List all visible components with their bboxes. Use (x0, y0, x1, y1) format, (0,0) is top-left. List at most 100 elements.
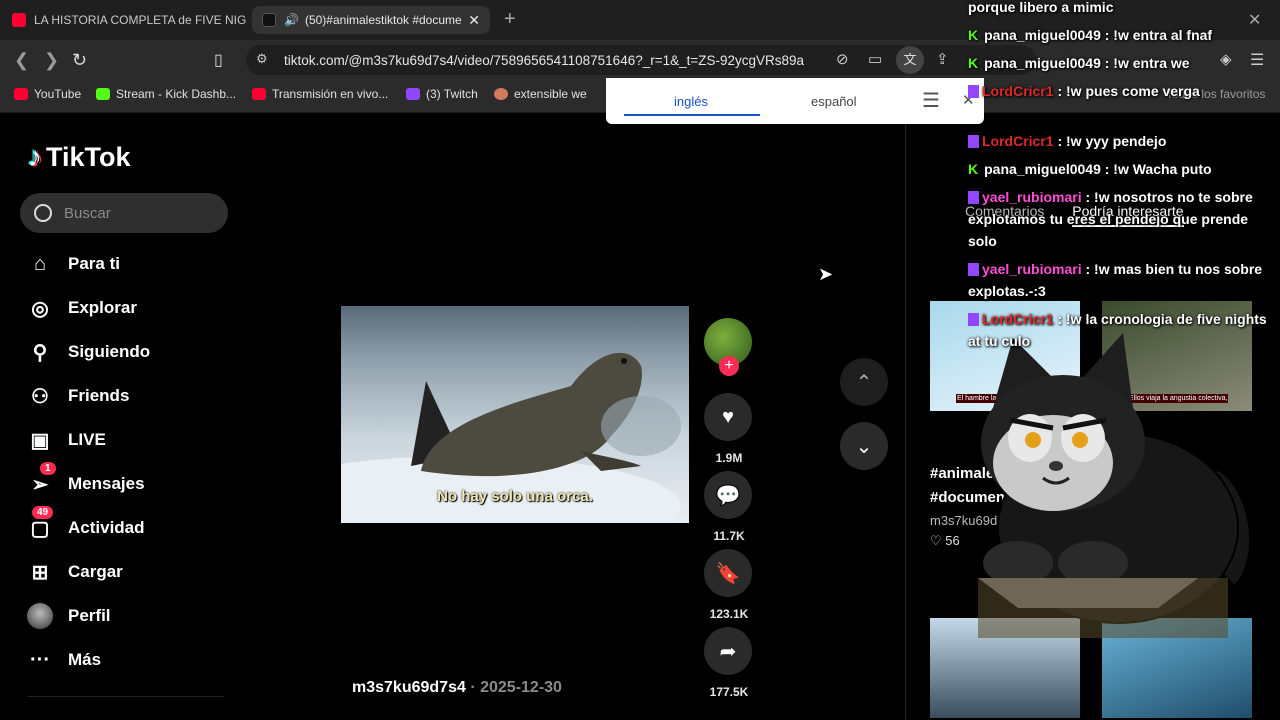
follow-plus-icon[interactable]: + (719, 356, 739, 376)
language-option-espanol[interactable]: español (811, 94, 857, 109)
chevron-down-icon: ⌄ (855, 435, 873, 458)
share-arrow-icon: ➦ (704, 627, 752, 675)
nav-item-friends[interactable]: ⚇ Friends (26, 382, 129, 410)
bookmark-icon: 🔖 (704, 549, 752, 597)
reload-icon[interactable]: ↻ (72, 50, 87, 71)
chevron-up-icon: ⌃ (855, 371, 873, 394)
chat-message: porque libero a mimic (968, 0, 1114, 15)
comment-button[interactable]: 💬 11.7K (704, 471, 754, 543)
save-count: 123.1K (709, 607, 749, 621)
nav-item-explorar[interactable]: ◎ Explorar (26, 294, 137, 322)
forward-icon[interactable]: ❯ (44, 50, 59, 71)
close-tab-icon[interactable]: ✕ (468, 12, 480, 29)
twitch-icon (968, 263, 979, 276)
tab-title: (50)#animalestiktok #docume (304, 13, 462, 27)
messages-icon: ➢ 1 (26, 462, 56, 498)
bookmark-youtube-live[interactable]: Transmisión en vivo... (252, 87, 388, 101)
video-subtitle: No hay solo una orca. (437, 488, 593, 505)
back-icon[interactable]: ❮ (14, 50, 29, 71)
youtube-icon (14, 88, 28, 100)
selected-language-underline (624, 114, 760, 116)
nav-item-cargar[interactable]: ⊞ Cargar (26, 558, 123, 586)
search-icon (34, 204, 52, 222)
site-info-icon[interactable]: ⚙ (256, 51, 268, 67)
recommended-likes: ♡ 56 (930, 533, 960, 548)
save-button[interactable]: 🔖 123.1K (704, 549, 754, 621)
url-text: tiktok.com/@m3s7ku69d7s4/video/758965654… (284, 52, 805, 68)
speaker-icon: 🔊 (284, 13, 299, 27)
twitch-icon (968, 135, 979, 148)
post-date: 2025-12-30 (480, 679, 562, 696)
youtube-icon (12, 13, 26, 27)
following-icon: ⚲ (32, 341, 48, 364)
nav-item-para-ti[interactable]: ⌂ Para ti (26, 250, 120, 278)
nav-item-mas[interactable]: ··· Más (26, 646, 101, 674)
nav-item-live[interactable]: ▣ LIVE (26, 426, 106, 454)
friends-icon: ⚇ (31, 385, 49, 408)
home-icon: ⌂ (33, 252, 47, 275)
youtube-icon (252, 88, 266, 100)
comment-icon: 💬 (704, 471, 752, 519)
chat-message: LordCricr1 : !w pues come verga (968, 80, 1268, 102)
translate-popup: inglés español ☰ ✕ (606, 78, 984, 124)
nav-item-mensajes[interactable]: ➢ 1 Mensajes (26, 462, 145, 498)
upload-icon: ⊞ (31, 561, 49, 584)
share-icon[interactable]: ⇪ (936, 50, 949, 68)
next-video-button[interactable]: ⌄ (840, 422, 888, 470)
video-player[interactable]: No hay solo una orca. (341, 306, 689, 523)
messages-badge: 1 (40, 462, 56, 475)
nav-item-perfil[interactable]: Perfil (26, 602, 111, 630)
bookmark-twitch[interactable]: (3) Twitch (406, 87, 478, 101)
more-icon: ··· (30, 648, 50, 671)
activity-badge: 49 (32, 506, 54, 519)
tiktok-note-icon: ♪ (28, 141, 42, 172)
video-author-line: m3s7ku69d7s4 · 2025-12-30 (352, 679, 562, 696)
browser-tab-youtube[interactable]: LA HISTORIA COMPLETA de FIVE NIG (12, 6, 248, 34)
share-button[interactable]: ➦ 177.5K (704, 627, 754, 699)
bookmark-icon[interactable]: ▯ (214, 50, 223, 70)
comment-count: 11.7K (713, 529, 745, 543)
language-option-ingles[interactable]: inglés (674, 94, 708, 109)
kick-icon: K (968, 55, 979, 71)
search-input[interactable]: Buscar (20, 193, 228, 233)
previous-video-button[interactable]: ⌃ (840, 358, 888, 406)
chat-message: LordCricr1 : !w la cronologia de five ni… (968, 311, 1267, 349)
mouse-cursor-icon: ➤ (818, 264, 834, 284)
tiktok-favicon-icon (262, 13, 276, 27)
nav-divider (28, 696, 224, 697)
panel-divider (905, 113, 906, 720)
heart-icon: ♥ (704, 393, 752, 441)
chat-message: Kpana_miguel0049 : !w entra we (968, 52, 1268, 74)
nav-item-actividad[interactable]: ▢ 49 Actividad (26, 506, 145, 542)
like-count: 1.9M (715, 451, 743, 465)
cast-icon[interactable]: ▭ (868, 50, 882, 68)
chat-message: LordCricr1 : !w yyy pendejo (968, 130, 1268, 152)
like-button[interactable]: ♥ 1.9M (704, 393, 754, 465)
tab-title: LA HISTORIA COMPLETA de FIVE NIG (34, 13, 247, 27)
chat-message: yael_rubiomari : !w nosotros no te sobre… (968, 189, 1253, 249)
bookmark-kick[interactable]: Stream - Kick Dashb... (96, 87, 236, 101)
chat-message: yael_rubiomari : !w mas bien tu nos sobr… (968, 261, 1263, 299)
chat-message: Kpana_miguel0049 : !w Wacha puto (968, 158, 1268, 180)
share-count: 177.5K (709, 685, 749, 699)
twitch-icon (968, 85, 979, 98)
twitch-icon (406, 88, 420, 100)
kick-icon: K (968, 27, 979, 43)
author-name[interactable]: m3s7ku69d7s4 (352, 679, 466, 696)
translate-menu-icon[interactable]: ☰ (922, 88, 940, 113)
live-icon: ▣ (30, 429, 50, 452)
creator-avatar[interactable]: + (704, 318, 754, 376)
new-tab-button[interactable]: + (504, 8, 516, 31)
no-audio-icon[interactable]: ⊘ (836, 50, 849, 68)
nav-item-siguiendo[interactable]: ⚲ Siguiendo (26, 338, 151, 366)
activity-icon: ▢ 49 (26, 506, 54, 542)
avatar (26, 602, 54, 630)
bookmark-extensible[interactable]: extensible we (494, 87, 587, 101)
twitch-icon (968, 191, 979, 204)
tiktok-logo[interactable]: ♪ TikTok (28, 141, 131, 173)
extension-icon (494, 88, 508, 100)
browser-tab-tiktok[interactable]: 🔊 (50)#animalestiktok #docume ✕ (252, 6, 490, 34)
bookmark-youtube[interactable]: YouTube (14, 87, 81, 101)
translate-icon[interactable]: 文 (896, 46, 924, 74)
compass-icon: ◎ (31, 297, 49, 320)
